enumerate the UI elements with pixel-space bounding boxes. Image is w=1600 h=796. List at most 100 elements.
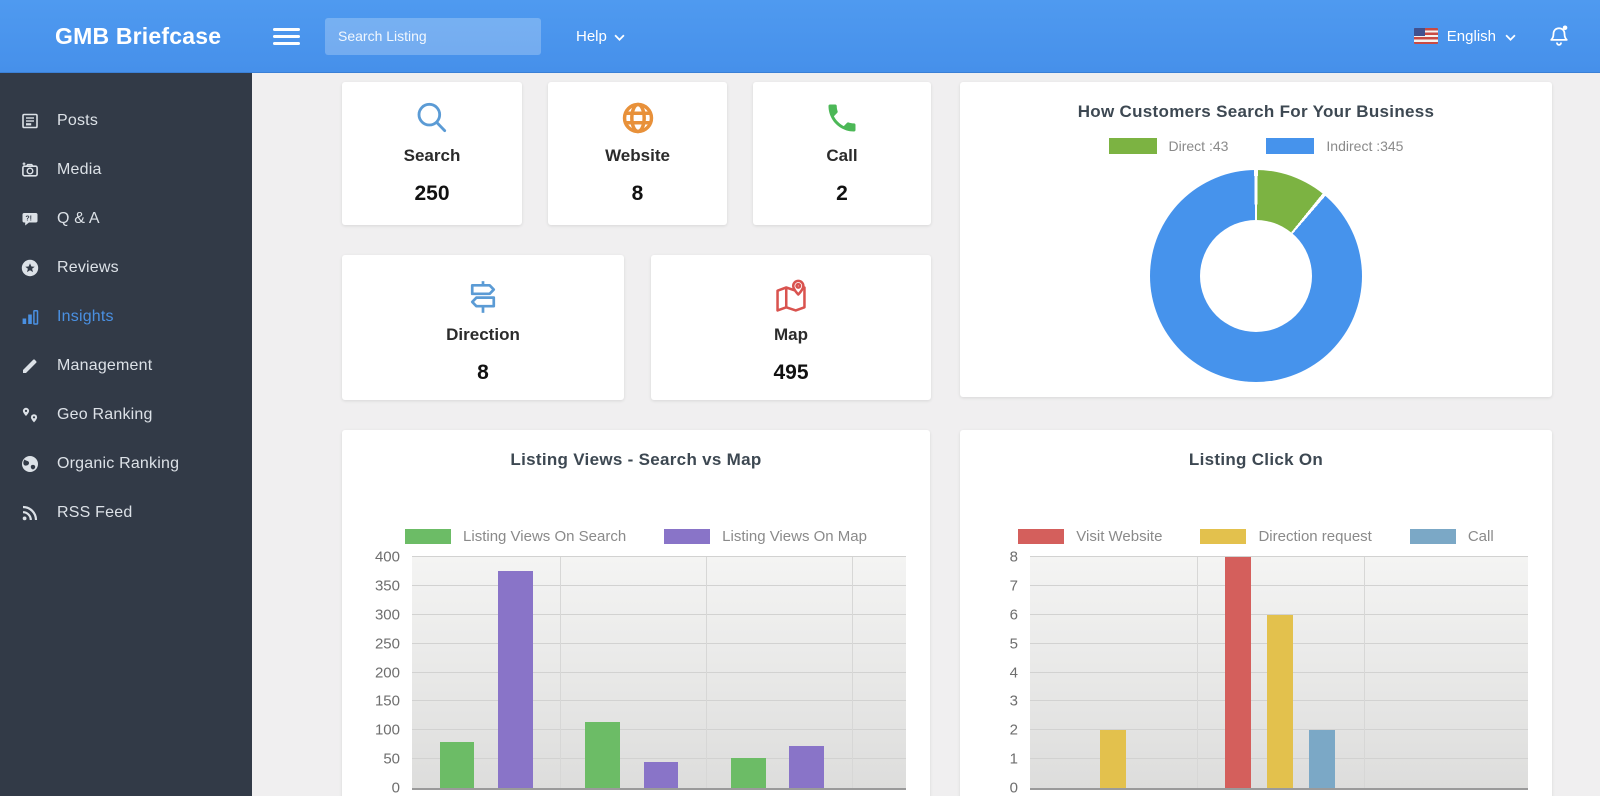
insights-icon — [20, 307, 40, 327]
legend-item: Direct :43 — [1108, 138, 1229, 154]
y-axis-tick: 7 — [1009, 577, 1018, 595]
search-input[interactable] — [325, 17, 541, 55]
help-menu[interactable]: Help — [576, 28, 625, 45]
chevron-down-icon — [614, 28, 625, 45]
sidebar-item-label: Media — [57, 160, 102, 178]
legend-label: Indirect :345 — [1326, 138, 1404, 154]
bar-plot: 0 1 2 3 4 5 6 7 8 — [1010, 549, 1528, 796]
legend-swatch-icon — [1200, 529, 1247, 544]
bar-listing-views-on-map — [497, 571, 533, 788]
sidebar-item-rss-feed[interactable]: RSS Feed — [0, 488, 252, 537]
legend-item: Indirect :345 — [1266, 138, 1403, 154]
stat-value: 8 — [477, 361, 489, 384]
help-label: Help — [576, 27, 607, 45]
bar-direction-request — [1267, 614, 1294, 788]
y-axis-tick: 50 — [383, 750, 400, 768]
y-axis-tick: 0 — [1009, 779, 1018, 796]
stat-value: 250 — [414, 182, 450, 205]
chart-legend: Listing Views On Search Listing Views On … — [342, 528, 930, 545]
rss-icon — [20, 503, 40, 523]
stat-card-call: Call 2 — [753, 82, 931, 225]
dashboard-page: GMB Briefcase Help English PostsMedia?!Q — [0, 0, 1600, 796]
legend-label: Listing Views On Search — [463, 528, 627, 545]
legend-item: Visit Website — [1018, 528, 1162, 545]
stat-label: Map — [774, 325, 808, 344]
language-label: English — [1446, 27, 1496, 45]
legend-item: Direction request — [1200, 528, 1372, 545]
management-icon — [20, 356, 40, 376]
y-axis-tick: 8 — [1009, 548, 1018, 566]
stat-label: Search — [403, 146, 461, 165]
sidebar-item-label: Management — [57, 356, 153, 374]
direction-stat-icon — [464, 277, 502, 317]
chevron-down-icon — [1505, 28, 1516, 45]
y-axis-tick: 400 — [374, 548, 400, 566]
listing-views-chart-card: Listing Views - Search vs Map Listing Vi… — [342, 430, 930, 796]
legend-swatch-icon — [1018, 529, 1065, 544]
chart-legend: Visit Website Direction request Call — [960, 528, 1552, 545]
app-logo[interactable]: GMB Briefcase — [0, 23, 252, 50]
sidebar-item-label: Geo Ranking — [57, 405, 153, 423]
y-axis-tick: 100 — [374, 721, 400, 739]
legend-swatch-icon — [664, 529, 711, 544]
notification-bell-icon[interactable] — [1546, 23, 1572, 49]
y-axis-tick: 250 — [374, 635, 400, 653]
sidebar-item-management[interactable]: Management — [0, 341, 252, 390]
sidebar-item-label: RSS Feed — [57, 503, 133, 521]
svg-text:?!: ?! — [25, 215, 32, 222]
geo-ranking-icon — [20, 405, 40, 425]
stat-label: Call — [826, 146, 858, 165]
legend-swatch-icon — [1409, 529, 1456, 544]
language-selector[interactable]: English — [1413, 27, 1516, 45]
bar-listing-views-on-search — [439, 741, 475, 788]
legend-label: Direct :43 — [1168, 138, 1229, 154]
stat-label: Website — [605, 146, 670, 165]
call-stat-icon — [824, 98, 860, 138]
sidebar-item-geo-ranking[interactable]: Geo Ranking — [0, 390, 252, 439]
hamburger-menu-icon[interactable] — [273, 24, 300, 49]
sidebar-item-media[interactable]: Media — [0, 145, 252, 194]
bar-listing-views-on-map — [789, 745, 824, 788]
y-axis-tick: 5 — [1009, 635, 1018, 653]
legend-label: Direction request — [1258, 528, 1372, 545]
posts-icon — [20, 111, 40, 131]
y-axis-tick: 300 — [374, 606, 400, 624]
legend-label: Call — [1467, 528, 1494, 545]
sidebar-item-q-a[interactable]: ?! Q & A — [0, 194, 252, 243]
sidebar-item-label: Insights — [57, 307, 114, 325]
top-navbar: GMB Briefcase Help English — [0, 0, 1600, 73]
bar-visit-website — [1225, 557, 1252, 788]
y-axis-tick: 200 — [374, 664, 400, 681]
legend-swatch-icon — [1108, 138, 1157, 154]
y-axis-tick: 3 — [1009, 692, 1018, 710]
listing-click-chart-card: Listing Click On Visit Website Direction … — [960, 430, 1552, 796]
chart-title: Listing Click On — [1188, 450, 1324, 469]
legend-swatch-icon — [405, 529, 452, 544]
legend-label: Listing Views On Map — [722, 528, 867, 545]
bar-call — [1309, 730, 1336, 788]
sidebar-item-reviews[interactable]: Reviews — [0, 243, 252, 292]
sidebar-item-label: Q & A — [57, 209, 100, 227]
y-axis-tick: 4 — [1009, 664, 1018, 681]
sidebar-item-posts[interactable]: Posts — [0, 96, 252, 145]
bar-listing-views-on-search — [731, 757, 766, 788]
legend-label: Visit Website — [1076, 528, 1163, 545]
stat-card-search: Search 250 — [342, 82, 522, 225]
legend-item: Call — [1409, 528, 1494, 545]
sidebar-item-organic-ranking[interactable]: Organic Ranking — [0, 439, 252, 488]
qa-icon: ?! — [20, 209, 40, 229]
y-axis-tick: 150 — [374, 692, 400, 710]
sidebar-item-label: Posts — [57, 111, 99, 129]
media-icon — [20, 160, 40, 180]
donut-legend: Direct :43 Indirect :345 — [960, 138, 1552, 154]
sidebar-item-label: Reviews — [57, 258, 119, 276]
legend-item: Listing Views On Map — [664, 528, 867, 545]
bar-listing-views-on-map — [643, 762, 679, 788]
legend-item: Listing Views On Search — [405, 528, 626, 545]
website-stat-icon — [619, 98, 657, 138]
sidebar-item-insights[interactable]: Insights — [0, 292, 252, 341]
map-stat-icon — [772, 277, 810, 317]
organic-ranking-icon — [20, 454, 40, 474]
sidebar-nav: Posts Media?! Q & A Reviews Insights Manageme… — [0, 73, 252, 796]
donut-chart-card: How Customers Search For Your Business D… — [960, 82, 1552, 397]
